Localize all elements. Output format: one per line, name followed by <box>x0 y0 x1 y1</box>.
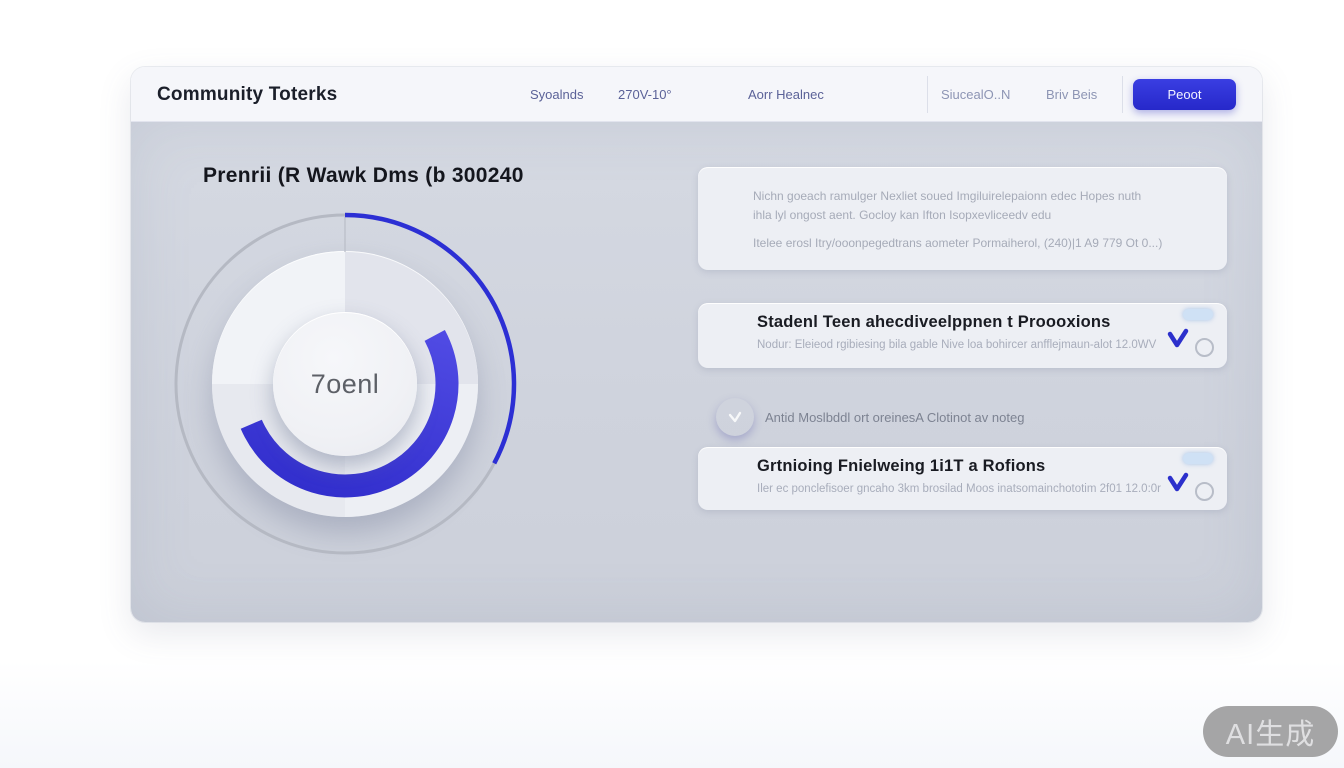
header-divider-1 <box>927 76 928 113</box>
nav-item-5[interactable]: Briv Beis <box>1046 67 1097 122</box>
list-item-card-2[interactable]: Grtnioing Fnielweing 1i1T a Rofions Iler… <box>698 447 1227 510</box>
radio-circle[interactable] <box>1195 338 1214 357</box>
right-column: Nichn goeach ramulger Nexliet soued Imgi… <box>698 122 1227 622</box>
item-title: Grtnioing Fnielweing 1i1T a Rofions <box>757 457 1117 476</box>
app-title: Community Toterks <box>157 67 337 122</box>
item-title: Stadenl Teen ahecdiveelppnen t Proooxion… <box>757 313 1117 332</box>
nav-item-4[interactable]: SiucealO..N <box>941 67 1010 122</box>
nav-item-3[interactable]: Aorr Healnec <box>748 67 824 122</box>
check-icon <box>1165 325 1191 351</box>
info-card-line: ihla lyl ongost aent. Gocloy kan Ifton I… <box>753 206 1197 225</box>
item-subtitle: Iler ec ponclefisoer gncaho 3km brosilad… <box>757 483 1117 495</box>
list-item-card-1[interactable]: Stadenl Teen ahecdiveelppnen t Proooxion… <box>698 303 1227 368</box>
nav-item-1[interactable]: Syoalnds <box>530 67 583 122</box>
avatar-check-icon <box>727 409 743 425</box>
app-window: Community Toterks Syoalnds 270V-10° Aorr… <box>131 67 1262 622</box>
avatar-row-label: Antid Moslbddl ort oreinesA Clotinot av … <box>765 410 1024 425</box>
item-subtitle: Nodur: Eleieod rgibiesing bila gable Niv… <box>757 339 1117 351</box>
radio-circle[interactable] <box>1195 482 1214 501</box>
app-header: Community Toterks Syoalnds 270V-10° Aorr… <box>131 67 1262 122</box>
primary-action-button[interactable]: Peoot <box>1133 79 1236 110</box>
donut-center-circle: 7oenl <box>273 312 417 456</box>
header-divider-2 <box>1122 76 1123 113</box>
info-card-line: Itelee erosl Itry/ooonpegedtrans aometer… <box>753 234 1197 253</box>
donut-chart: 7oenl <box>173 212 517 556</box>
info-card[interactable]: Nichn goeach ramulger Nexliet soued Imgi… <box>698 167 1227 270</box>
donut-center-label: 7oenl <box>311 369 380 400</box>
status-badge <box>1183 309 1213 320</box>
ai-generated-watermark: AI生成 <box>1203 706 1338 757</box>
nav-item-2[interactable]: 270V-10° <box>618 67 672 122</box>
main-content: Prenrii (R Wawk Dms (b 300240 7oenl <box>131 122 1262 622</box>
avatar-row[interactable]: Antid Moslbddl ort oreinesA Clotinot av … <box>698 396 1227 438</box>
check-icon <box>1165 469 1191 495</box>
page-title: Prenrii (R Wawk Dms (b 300240 <box>203 164 524 188</box>
status-badge <box>1183 453 1213 464</box>
avatar <box>716 398 754 436</box>
info-card-line: Nichn goeach ramulger Nexliet soued Imgi… <box>753 187 1197 206</box>
